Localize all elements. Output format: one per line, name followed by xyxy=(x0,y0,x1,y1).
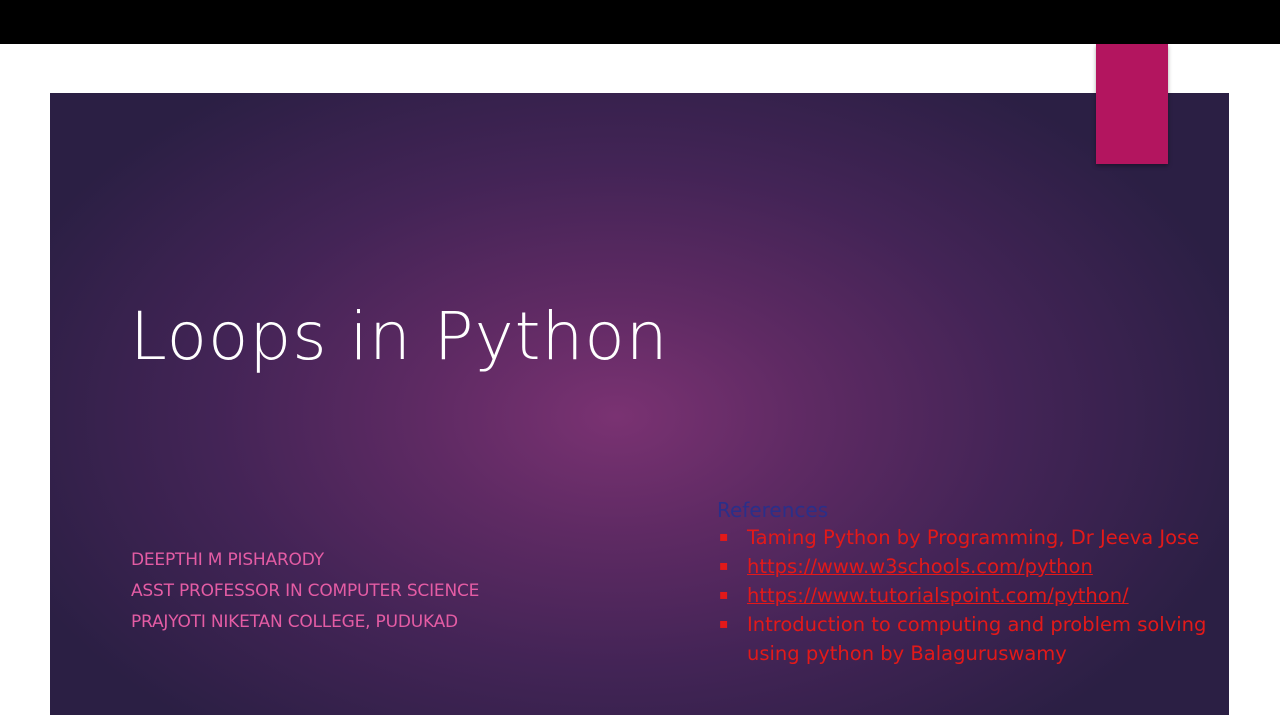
bullet-icon: ▪ xyxy=(719,529,729,545)
reference-link-w3schools[interactable]: https://www.w3schools.com/python xyxy=(747,555,1093,578)
bullet-icon: ▪ xyxy=(719,587,729,603)
screen: Loops in Python DEEPTHI M PISHARODY ASST… xyxy=(0,0,1280,720)
author-name: DEEPTHI M PISHARODY xyxy=(131,550,324,570)
reference-item-book-balaguruswamy: ▪ Introduction to computing and problem … xyxy=(717,610,1229,668)
top-black-bar xyxy=(0,0,1280,44)
author-institution: PRAJYOTI NIKETAN COLLEGE, PUDUKAD xyxy=(131,612,458,632)
reference-link-tutorialspoint[interactable]: https://www.tutorialspoint.com/python/ xyxy=(747,584,1129,607)
reference-item-book-taming-python: ▪ Taming Python by Programming, Dr Jeeva… xyxy=(717,523,1229,552)
accent-tab xyxy=(1096,44,1168,164)
references-block: References ▪ Taming Python by Programmin… xyxy=(717,497,1229,668)
author-role: ASST PROFESSOR IN COMPUTER SCIENCE xyxy=(131,581,480,601)
reference-item-tutorialspoint: ▪ https://www.tutorialspoint.com/python/ xyxy=(717,581,1229,610)
reference-text: Taming Python by Programming, Dr Jeeva J… xyxy=(747,526,1200,549)
bullet-icon: ▪ xyxy=(719,616,729,632)
reference-item-w3schools: ▪ https://www.w3schools.com/python xyxy=(717,552,1229,581)
slide-title: Loops in Python xyxy=(130,298,669,375)
references-heading: References xyxy=(717,498,829,522)
references-list: ▪ Taming Python by Programming, Dr Jeeva… xyxy=(717,523,1229,668)
bullet-icon: ▪ xyxy=(719,558,729,574)
author-block: DEEPTHI M PISHARODY ASST PROFESSOR IN CO… xyxy=(131,545,479,638)
slide: Loops in Python DEEPTHI M PISHARODY ASST… xyxy=(50,93,1229,715)
reference-text: Introduction to computing and problem so… xyxy=(747,613,1207,665)
